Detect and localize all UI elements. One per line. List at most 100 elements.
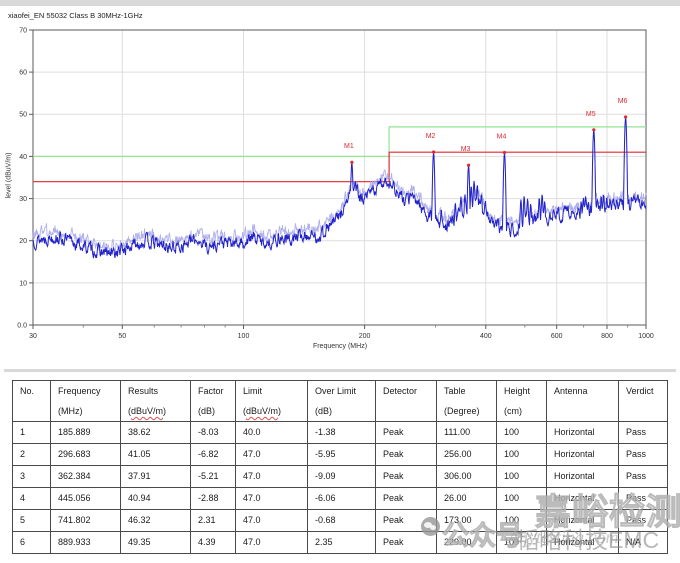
table-cell: 296.683 bbox=[51, 444, 121, 466]
col-header-unit: (dBuV/m) bbox=[243, 401, 307, 421]
marker-dot-M6 bbox=[624, 115, 627, 118]
col-header-name: Verdict bbox=[626, 381, 667, 401]
x-axis-label: Frequency (MHz) bbox=[0, 343, 680, 350]
table-cell: 41.05 bbox=[121, 444, 191, 466]
col-header: Height(cm) bbox=[497, 381, 547, 422]
marker-dot-M1 bbox=[350, 161, 353, 164]
trace-main bbox=[33, 117, 646, 258]
table-cell: -5.21 bbox=[191, 466, 236, 488]
x-tick-label: 800 bbox=[601, 333, 613, 340]
col-header-unit: (cm) bbox=[504, 401, 546, 421]
table-cell: Horizontal bbox=[547, 510, 619, 532]
table-cell: Pass bbox=[619, 444, 668, 466]
table-cell: 26.00 bbox=[437, 488, 497, 510]
table-cell: -0.68 bbox=[308, 510, 376, 532]
table-cell: 741.802 bbox=[51, 510, 121, 532]
trace-peak-hold bbox=[33, 121, 646, 252]
col-header-name: Over Limit bbox=[315, 381, 375, 401]
x-tick-label: 400 bbox=[480, 333, 492, 340]
col-header: Frequency(MHz) bbox=[51, 381, 121, 422]
table-cell: Pass bbox=[619, 466, 668, 488]
y-axis-label: level (dBuV/m) bbox=[6, 101, 13, 251]
col-header-unit bbox=[554, 401, 618, 421]
col-header-name: Table bbox=[444, 381, 496, 401]
col-header: Limit(dBuV/m) bbox=[236, 381, 308, 422]
col-header: Over Limit(dB) bbox=[308, 381, 376, 422]
table-cell: 2.35 bbox=[308, 532, 376, 554]
table-cell: Horizontal bbox=[547, 532, 619, 554]
table-cell: 3 bbox=[13, 466, 51, 488]
table-cell: 1 bbox=[13, 422, 51, 444]
marker-label-M2: M2 bbox=[426, 133, 436, 140]
table-cell: 2.31 bbox=[191, 510, 236, 532]
table-cell: 40.94 bbox=[121, 488, 191, 510]
screenshot-root: 0.01020304050607030501002004006008001000… bbox=[0, 0, 680, 563]
table-cell: 229.00 bbox=[437, 532, 497, 554]
col-header-name: Frequency bbox=[58, 381, 120, 401]
col-header: No. bbox=[13, 381, 51, 422]
y-tick-label: 0.0 bbox=[17, 322, 27, 329]
table-cell: -5.95 bbox=[308, 444, 376, 466]
table-cell: Pass bbox=[619, 422, 668, 444]
y-tick-label: 60 bbox=[19, 70, 27, 77]
table-cell: 111.00 bbox=[437, 422, 497, 444]
table-cell: Peak bbox=[376, 444, 437, 466]
marker-dot-M3 bbox=[467, 164, 470, 167]
table-cell: 185.889 bbox=[51, 422, 121, 444]
y-tick-label: 50 bbox=[19, 112, 27, 119]
table-cell: 445.056 bbox=[51, 488, 121, 510]
table-cell: Peak bbox=[376, 422, 437, 444]
table-cell: 4 bbox=[13, 488, 51, 510]
y-tick-label: 10 bbox=[19, 280, 27, 287]
table-cell: 100 bbox=[497, 488, 547, 510]
marker-label-M1: M1 bbox=[344, 143, 354, 150]
marker-label-M4: M4 bbox=[497, 134, 507, 141]
results-table: No.Frequency(MHz)Results(dBuV/m)Factor(d… bbox=[12, 380, 668, 554]
table-cell: 100 bbox=[497, 532, 547, 554]
marker-dot-M5 bbox=[592, 128, 595, 131]
col-header-unit: (MHz) bbox=[58, 401, 120, 421]
col-header-name: Height bbox=[504, 381, 546, 401]
col-header: Table(Degree) bbox=[437, 381, 497, 422]
table-cell: N/A bbox=[619, 532, 668, 554]
table-cell: -2.88 bbox=[191, 488, 236, 510]
col-header-unit bbox=[626, 401, 667, 421]
col-header-name: No. bbox=[20, 381, 50, 401]
x-tick-label: 200 bbox=[359, 333, 371, 340]
table-cell: Pass bbox=[619, 488, 668, 510]
marker-dot-M4 bbox=[503, 151, 506, 154]
x-tick-label: 30 bbox=[29, 333, 37, 340]
x-tick-label: 1000 bbox=[638, 333, 654, 340]
y-tick-label: 30 bbox=[19, 196, 27, 203]
table-cell: 362.384 bbox=[51, 466, 121, 488]
marker-label-M3: M3 bbox=[461, 146, 471, 153]
y-tick-label: 70 bbox=[19, 27, 27, 34]
table-cell: Horizontal bbox=[547, 488, 619, 510]
col-header: Verdict bbox=[619, 381, 668, 422]
table-cell: 40.0 bbox=[236, 422, 308, 444]
table-cell: Peak bbox=[376, 488, 437, 510]
col-header: Results(dBuV/m) bbox=[121, 381, 191, 422]
table-cell: Horizontal bbox=[547, 466, 619, 488]
table-cell: 100 bbox=[497, 466, 547, 488]
col-header-unit bbox=[383, 401, 436, 421]
table-header-row: No.Frequency(MHz)Results(dBuV/m)Factor(d… bbox=[13, 381, 668, 422]
x-tick-label: 600 bbox=[551, 333, 563, 340]
table-cell: 4.39 bbox=[191, 532, 236, 554]
table-cell: 889.933 bbox=[51, 532, 121, 554]
table-cell: -6.06 bbox=[308, 488, 376, 510]
section-divider bbox=[4, 369, 676, 372]
col-header-unit: (Degree) bbox=[444, 401, 496, 421]
marker-label-M6: M6 bbox=[618, 98, 628, 105]
col-header-unit bbox=[20, 401, 50, 421]
col-header-name: Limit bbox=[243, 381, 307, 401]
table-row: 5741.80246.322.3147.0-0.68Peak173.00100H… bbox=[13, 510, 668, 532]
marker-label-M5: M5 bbox=[586, 111, 596, 118]
table-row: 3362.38437.91-5.2147.0-9.09Peak306.00100… bbox=[13, 466, 668, 488]
col-header: Detector bbox=[376, 381, 437, 422]
y-tick-label: 20 bbox=[19, 238, 27, 245]
table-cell: -6.82 bbox=[191, 444, 236, 466]
table-cell: 100 bbox=[497, 444, 547, 466]
table-cell: Peak bbox=[376, 532, 437, 554]
table-cell: Horizontal bbox=[547, 422, 619, 444]
